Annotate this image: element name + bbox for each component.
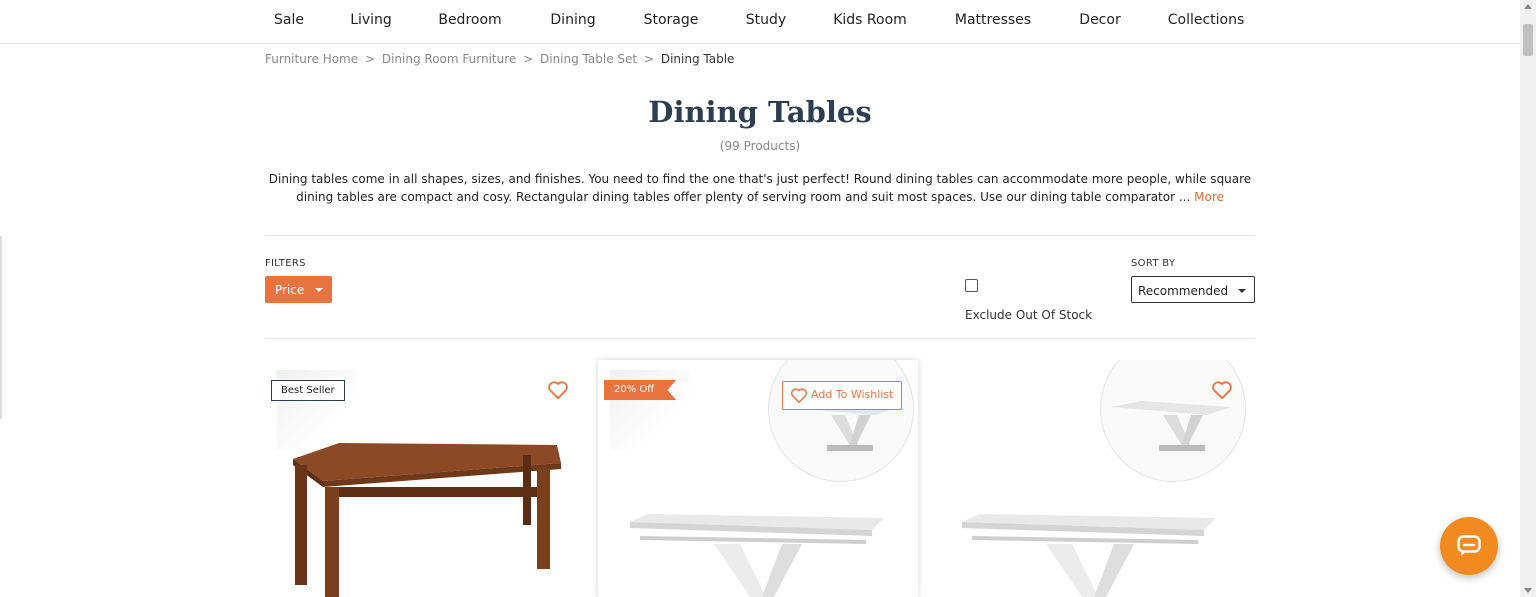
discount-badge: 20% Off: [604, 380, 677, 400]
best-seller-badge: Best Seller: [271, 380, 345, 401]
nav-item-collections[interactable]: Collections: [1168, 12, 1245, 28]
product-count: (99 Products): [719, 139, 801, 153]
heart-icon: [790, 388, 808, 403]
product-card[interactable]: [930, 360, 1250, 597]
scroll-down-arrow-icon[interactable]: [1524, 588, 1532, 593]
exclude-out-of-stock-label[interactable]: Exclude Out Of Stock: [965, 308, 1092, 322]
price-filter-label: Price: [275, 283, 305, 297]
price-filter-button[interactable]: Price: [265, 276, 332, 303]
wishlist-label: Add To Wishlist: [811, 388, 894, 401]
product-card[interactable]: Best Seller: [265, 360, 585, 597]
scrollbar[interactable]: [1520, 0, 1536, 597]
more-link[interactable]: More: [1194, 190, 1224, 204]
add-to-wishlist-button[interactable]: Add To Wishlist: [782, 381, 903, 410]
white-extendable-table-image[interactable]: [626, 510, 888, 597]
caret-down-icon: [1238, 289, 1246, 293]
nav-item-bedroom[interactable]: Bedroom: [438, 12, 501, 28]
nav-item-mattresses[interactable]: Mattresses: [955, 12, 1031, 28]
top-navigation: Sale Living Bedroom Dining Storage Study…: [0, 0, 1520, 44]
breadcrumb-current: Dining Table: [660, 52, 735, 66]
sort-select[interactable]: Recommended: [1131, 276, 1255, 303]
page-title: Dining Tables: [648, 95, 872, 129]
wooden-dining-table-image[interactable]: [285, 435, 575, 597]
nav-item-study[interactable]: Study: [746, 12, 786, 28]
exclude-out-of-stock-checkbox[interactable]: [965, 279, 978, 292]
sort-by-label: SORT BY: [1131, 258, 1176, 269]
nav-item-storage[interactable]: Storage: [644, 12, 699, 28]
table-thumbnail: [779, 401, 899, 451]
scroll-up-arrow-icon[interactable]: [1524, 4, 1532, 9]
white-extendable-table-image[interactable]: [958, 510, 1220, 597]
description-text: Dining tables come in all shapes, sizes,…: [268, 172, 1252, 204]
nav-item-dining[interactable]: Dining: [550, 12, 595, 28]
breadcrumb-separator: >: [523, 52, 534, 66]
breadcrumb-separator: >: [364, 52, 376, 66]
breadcrumb-link-home[interactable]: Furniture Home: [265, 52, 358, 66]
nav-item-living[interactable]: Living: [350, 12, 392, 28]
sort-selected-value: Recommended: [1138, 284, 1229, 298]
nav-item-sale[interactable]: Sale: [274, 12, 304, 28]
breadcrumb-link-table-set[interactable]: Dining Table Set: [540, 52, 637, 66]
breadcrumb-separator: >: [643, 52, 654, 66]
breadcrumb: Furniture Home > Dining Room Furniture >…: [265, 52, 734, 66]
scrollbar-thumb[interactable]: [1523, 24, 1533, 56]
product-card[interactable]: 20% Off Add To Wishlist: [598, 360, 918, 597]
heart-icon[interactable]: [547, 380, 569, 400]
category-description: Dining tables come in all shapes, sizes,…: [265, 170, 1255, 206]
divider: [265, 235, 1255, 236]
product-zoom-preview: [768, 360, 914, 482]
caret-down-icon: [315, 288, 323, 292]
product-zoom-preview: [1100, 360, 1246, 482]
filters-label: FILTERS: [265, 258, 306, 269]
heart-icon[interactable]: [1211, 380, 1233, 400]
chat-button[interactable]: [1440, 517, 1498, 575]
table-thumbnail: [1111, 401, 1231, 451]
side-tab-edge: [0, 236, 2, 419]
nav-item-decor[interactable]: Decor: [1079, 12, 1120, 28]
chat-bubble-icon: [1457, 535, 1481, 556]
divider: [265, 338, 1255, 339]
nav-item-kids-room[interactable]: Kids Room: [833, 12, 907, 28]
breadcrumb-link-dining-room[interactable]: Dining Room Furniture: [382, 52, 516, 66]
